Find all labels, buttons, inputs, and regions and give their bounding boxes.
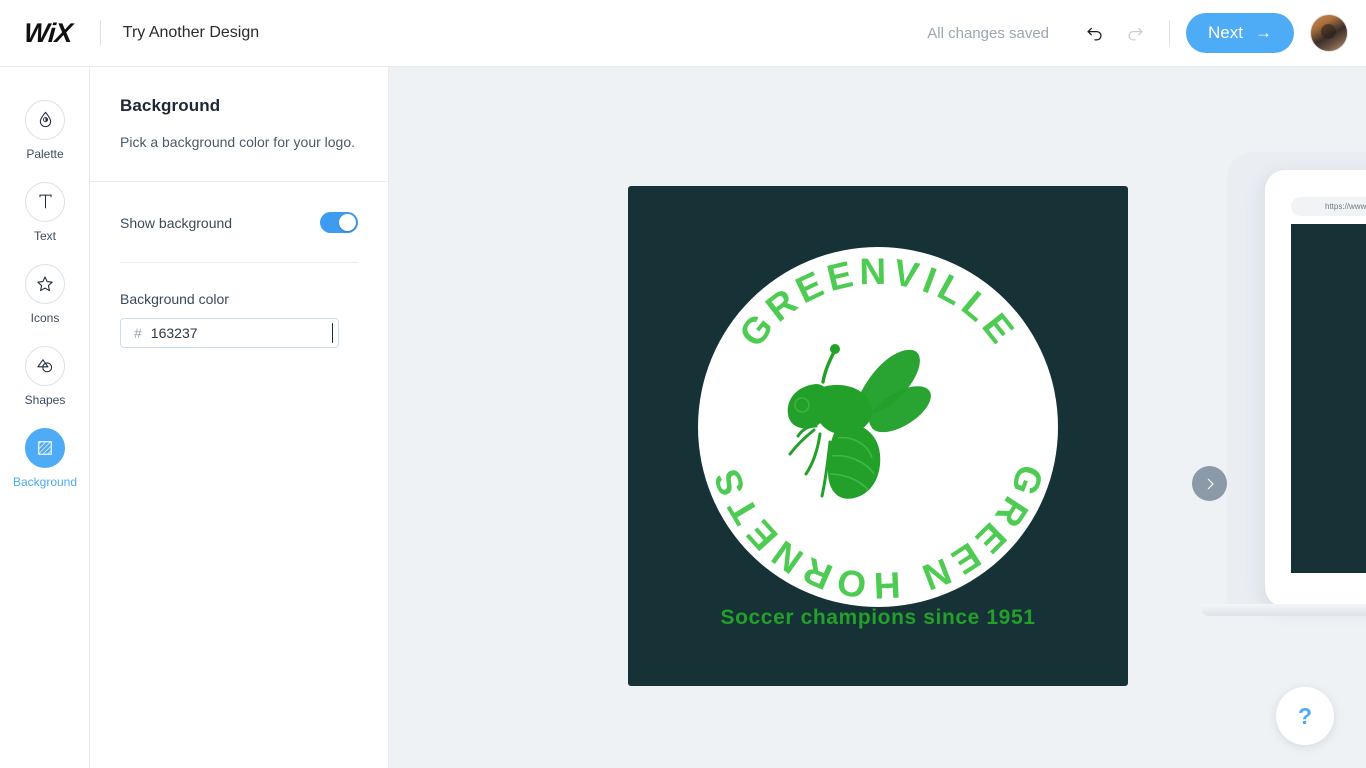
text-t-icon — [25, 181, 65, 222]
shapes-icon — [25, 345, 65, 386]
undo-arrow-icon — [1087, 27, 1102, 41]
next-button[interactable]: Next → — [1186, 13, 1294, 53]
logo-preview[interactable]: GREENVILLE GREEN HORNETS Soccer champion… — [628, 186, 1128, 686]
sidebar-item-label: Shapes — [24, 392, 66, 407]
undo-button[interactable] — [1075, 13, 1115, 53]
redo-arrow-icon — [1128, 27, 1143, 41]
sidebar-item-background[interactable]: Background — [0, 417, 90, 499]
show-background-label: Show background — [120, 214, 233, 231]
logo-tagline: Soccer champions since 1951 — [720, 606, 1036, 629]
arrow-right-icon: → — [1255, 23, 1272, 42]
redo-button[interactable] — [1115, 13, 1155, 53]
tool-rail: Palette Text Icons Shapes Background — [0, 67, 90, 768]
save-status: All changes saved — [927, 24, 1050, 42]
page-title: Try Another Design — [122, 24, 260, 41]
preview-next-button[interactable] — [1192, 466, 1227, 501]
top-bar-right-group: All changes saved Next → — [927, 13, 1366, 53]
sidebar-item-icons[interactable]: Icons — [0, 253, 90, 335]
device-mockup-preview: https://www.m — [1189, 152, 1366, 622]
help-button[interactable]: ? — [1276, 687, 1334, 745]
avatar[interactable] — [1310, 14, 1348, 52]
sidebar-item-palette[interactable]: Palette — [0, 89, 90, 171]
toggle-knob — [339, 214, 356, 232]
header-divider — [99, 20, 101, 46]
hex-color-input[interactable] — [150, 325, 332, 342]
color-swatch[interactable] — [331, 323, 333, 344]
hash-symbol: # — [134, 325, 142, 342]
background-settings-panel: Background Pick a background color for y… — [90, 67, 389, 768]
background-color-field[interactable]: # — [120, 318, 339, 349]
sidebar-item-label: Icons — [30, 310, 60, 325]
background-hatch-icon — [25, 427, 65, 468]
question-mark-icon: ? — [1297, 702, 1313, 729]
device-screen — [1291, 224, 1366, 573]
sidebar-item-label: Text — [33, 228, 56, 243]
droplet-icon — [25, 99, 65, 140]
next-button-label: Next — [1208, 23, 1243, 42]
device-body: https://www.m — [1265, 170, 1366, 607]
logo-canvas: GREENVILLE GREEN HORNETS Soccer champion… — [389, 67, 1366, 768]
sidebar-item-shapes[interactable]: Shapes — [0, 335, 90, 417]
wix-logo[interactable]: WiX — [23, 18, 73, 49]
device-stand — [1201, 604, 1366, 616]
sidebar-item-label: Palette — [26, 146, 64, 161]
panel-body: Show background Background color # — [90, 182, 388, 349]
sidebar-item-text[interactable]: Text — [0, 171, 90, 253]
star-icon — [25, 263, 65, 304]
top-bar: WiX Try Another Design All changes saved… — [0, 0, 1366, 67]
device-url-bar: https://www.m — [1291, 197, 1366, 216]
show-background-toggle[interactable] — [320, 212, 358, 234]
chevron-right-icon — [1207, 478, 1214, 489]
toolbar-divider — [1169, 20, 1171, 46]
panel-title: Background — [120, 96, 221, 115]
sidebar-item-label: Background — [12, 474, 78, 489]
panel-header: Background Pick a background color for y… — [90, 67, 388, 151]
panel-inner-divider — [120, 262, 358, 264]
show-background-row: Show background — [120, 182, 358, 234]
hornet-bee-icon — [787, 344, 931, 499]
background-color-label: Background color — [120, 291, 229, 308]
panel-subtitle: Pick a background color for your logo. — [120, 134, 356, 150]
